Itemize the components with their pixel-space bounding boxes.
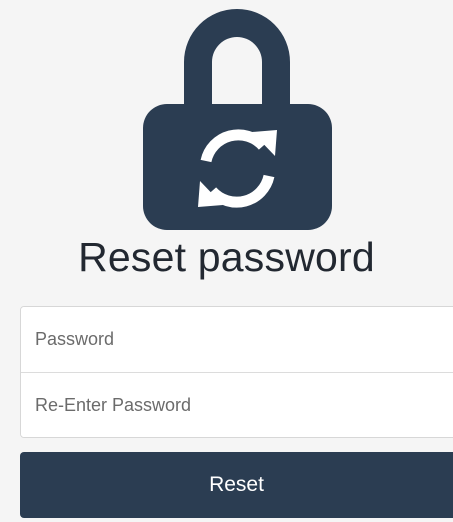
reset-password-form: Reset	[20, 306, 453, 518]
reset-password-page: Reset password Reset	[0, 0, 453, 522]
lock-refresh-icon	[143, 9, 332, 230]
page-title: Reset password	[78, 234, 375, 280]
confirm-password-field[interactable]	[21, 372, 453, 437]
password-fields-group	[20, 306, 453, 438]
password-field[interactable]	[21, 307, 453, 372]
reset-button[interactable]: Reset	[20, 452, 453, 518]
